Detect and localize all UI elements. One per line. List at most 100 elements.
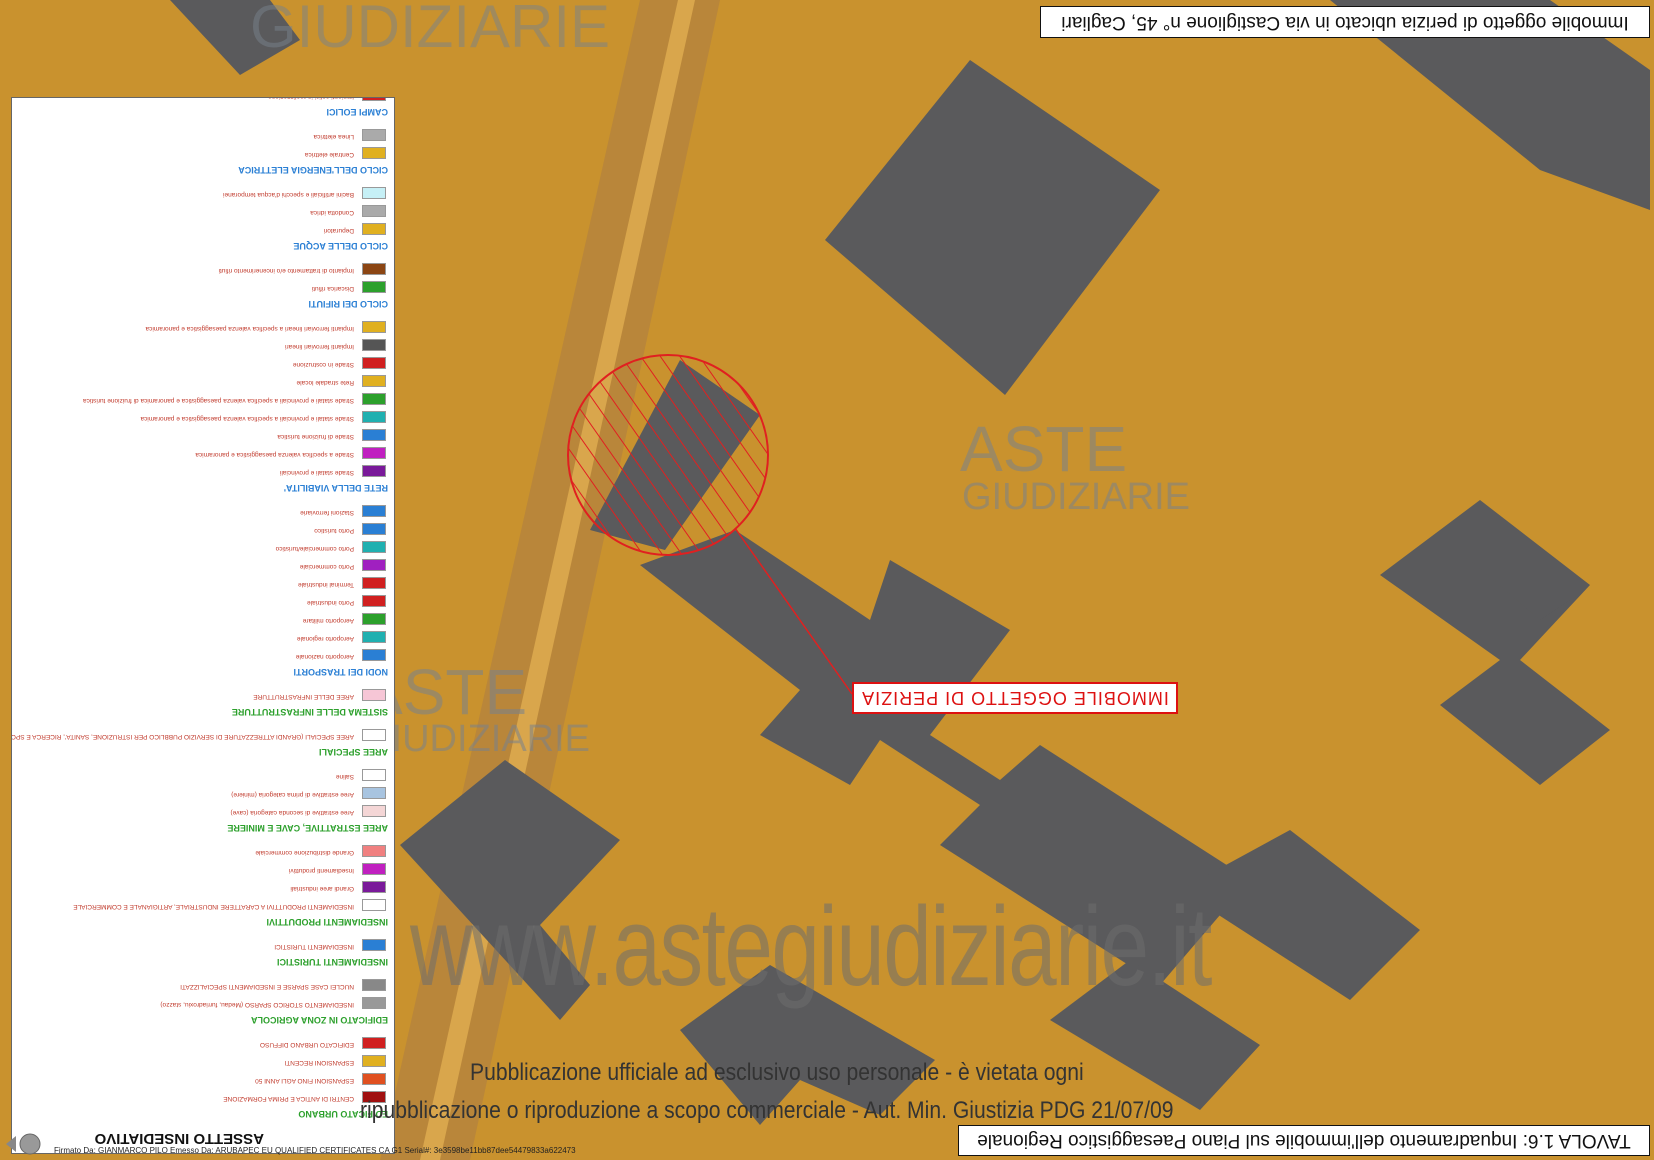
watermark-aste: ASTE [960,413,1128,485]
legend-swatch [362,447,386,459]
legend-item-label: Impianti ferroviari lineari [285,343,354,350]
legend-item-label: ESPANSIONI FINO AGLI ANNI 50 [255,1077,354,1084]
legend-item-label: ESPANSIONI RECENTI [284,1059,354,1066]
legend-swatch [362,429,386,441]
legend-section-heading: AREE SPECIALI [318,747,388,757]
legend-swatch [362,729,386,741]
legend-item-label: Porto commerciale [299,563,354,570]
legend-content: ASSETTO INSEDIATIVO EDIFICATO URBANO CENT… [12,98,394,1153]
legend-swatch [362,375,386,387]
legend-item-label: Strade statali e provinciali a specifica… [83,397,354,404]
legend-swatch [362,787,386,799]
legend-item-label: Grande distribuzione commerciale [255,849,354,856]
legend-item-label: INSEDIAMENTI PRODUTTIVI A CARATTERE INDU… [73,903,354,910]
legend-swatch [362,393,386,405]
legend-swatch [362,863,386,875]
legend-swatch [362,1073,386,1085]
tavola-caption-box: TAVOLA 1.6: Inquadramento dell'immobile … [958,1125,1650,1156]
legend-swatch [362,205,386,217]
publication-notice-line1: Pubblicazione ufficiale ad esclusivo uso… [470,1059,1084,1086]
legend-item-label: Bacini artificiali e specchi d'acqua tem… [223,191,354,198]
legend-swatch [362,881,386,893]
legend-swatch [362,805,386,817]
legend-item-label: Discarica rifiuti [311,285,354,292]
legend-item-label: Stazioni ferroviarie [300,509,354,516]
legend-item-label: INSEDIAMENTO STORICO SPARSO (Medau, furr… [160,1001,354,1008]
legend-swatch [362,321,386,333]
legend-swatch [362,845,386,857]
legend-item-label: Condotta idrica [310,209,354,216]
legend-swatch [362,689,386,701]
map-title: Immobile oggetto di perizia ubicato in v… [1061,12,1629,33]
digital-signature: Firmato Da: GIANMARCO PILO Emesso Da: AR… [54,1146,576,1155]
legend-swatch [362,263,386,275]
legend-swatch [362,411,386,423]
publication-notice-line2: ripubblicazione o riproduzione a scopo c… [360,1097,1174,1124]
seal-icon [6,1133,41,1155]
legend-item-label: Insediamenti produttivi [288,867,354,874]
legend-swatch [362,979,386,991]
legend-section-heading: RETE DELLA VIABILITA' [283,483,388,493]
watermark-giudiziarie: GIUDIZIARIE [362,718,591,760]
property-callout-label: IMMOBILE OGGETTO DI PERIZIA [861,688,1169,708]
legend-swatch [362,523,386,535]
legend-item-label: Strade di fruizione turistica [277,433,354,440]
legend-item-label: Saline [335,773,354,780]
legend-swatch [362,98,386,101]
legend-item-label: Aree estrattive di seconda categoria (ca… [230,809,354,816]
legend-section-heading: INSEDIAMENTI TURISTICI [276,957,388,967]
legend-item-label: AREE SPECIALI (GRANDI ATTREZZATURE DI SE… [11,733,354,740]
legend-item-label: Aeroporto nazionale [295,653,354,660]
legend-item-label: Strade statali e provinciali [279,469,354,476]
legend-section-heading: CAMPI EOLICI [326,107,388,117]
legend-section-heading: CICLO DELL'ENERGIA ELETTRICA [238,165,388,175]
legend-swatch [362,1055,386,1067]
legend-item-label: Porto industriale [307,599,354,606]
watermark-giudiziarie: GIUDIZIARIE [962,476,1191,518]
watermark-url: www.astegiudiziarie.it [410,884,1212,1009]
legend-item-label: Depuratori [323,227,354,234]
legend-swatch [362,339,386,351]
legend-swatch [362,649,386,661]
legend-swatch [362,357,386,369]
legend-swatch [362,281,386,293]
legend-swatch [362,465,386,477]
legend-item-label: AREE DELLE INFRASTRUTTURE [253,693,354,700]
watermark-giudiziarie-top: GIUDIZIARIE [250,0,611,60]
legend-section-heading: INSEDIAMENTI PRODUTTIVI [266,917,388,927]
legend-swatch [362,613,386,625]
legend-item-label: EDIFICATO URBANO DIFFUSO [259,1041,354,1048]
legend-swatch [362,631,386,643]
legend-section-heading: NODI DEI TRASPORTI [293,667,388,677]
legend-item-label: Strade in costruzione [292,361,354,368]
legend-swatch [362,769,386,781]
legend-item-label: NUCLEI CASE SPARSE E INSEDIAMENTI SPECIA… [180,983,354,990]
legend-item-label: Impianto di trattamento e/o inceneriment… [218,267,354,274]
legend-title: ASSETTO INSEDIATIVO [94,1130,264,1147]
legend-item-label: Grandi aree industriali [290,885,354,892]
legend-swatch [362,541,386,553]
property-callout: IMMOBILE OGGETTO DI PERIZIA [852,682,1178,714]
legend-swatch [362,595,386,607]
legend-section-heading: EDIFICATO IN ZONA AGRICOLA [251,1015,388,1025]
legend-swatch [362,1037,386,1049]
legend-section-heading: AREE ESTRATTIVE, CAVE E MINIERE [227,823,388,833]
legend-item-label: Porto commerciale/turistico [275,545,354,552]
legend-swatch [362,577,386,589]
legend-item-label: Strade statali e provinciali a specifica… [140,415,354,422]
legend-swatch [362,187,386,199]
legend-section-heading: CICLO DELLE ACQUE [293,241,388,251]
legend-panel: ASSETTO INSEDIATIVO EDIFICATO URBANO CENT… [11,97,395,1154]
tavola-caption: TAVOLA 1.6: Inquadramento dell'immobile … [977,1130,1631,1151]
legend-item-label: Strade a specifica valenza paesaggistica… [195,451,354,458]
legend-item-label: Linea elettrica [313,133,354,140]
legend-item-label: INSEDIAMENTI TURISTICI [274,943,354,950]
legend-swatch [362,939,386,951]
legend-swatch [362,997,386,1009]
legend-item-label: Impianti eolici in realizzazione [268,98,354,100]
legend-item-label: CENTRI DI ANTICA E PRIMA FORMAZIONE [223,1095,354,1102]
legend-item-label: Impianti ferroviari lineari a specifica … [145,325,354,332]
legend-item-label: Centrale elettrica [304,151,354,158]
legend-swatch [362,505,386,517]
legend-item-label: Porto turistico [314,527,354,534]
